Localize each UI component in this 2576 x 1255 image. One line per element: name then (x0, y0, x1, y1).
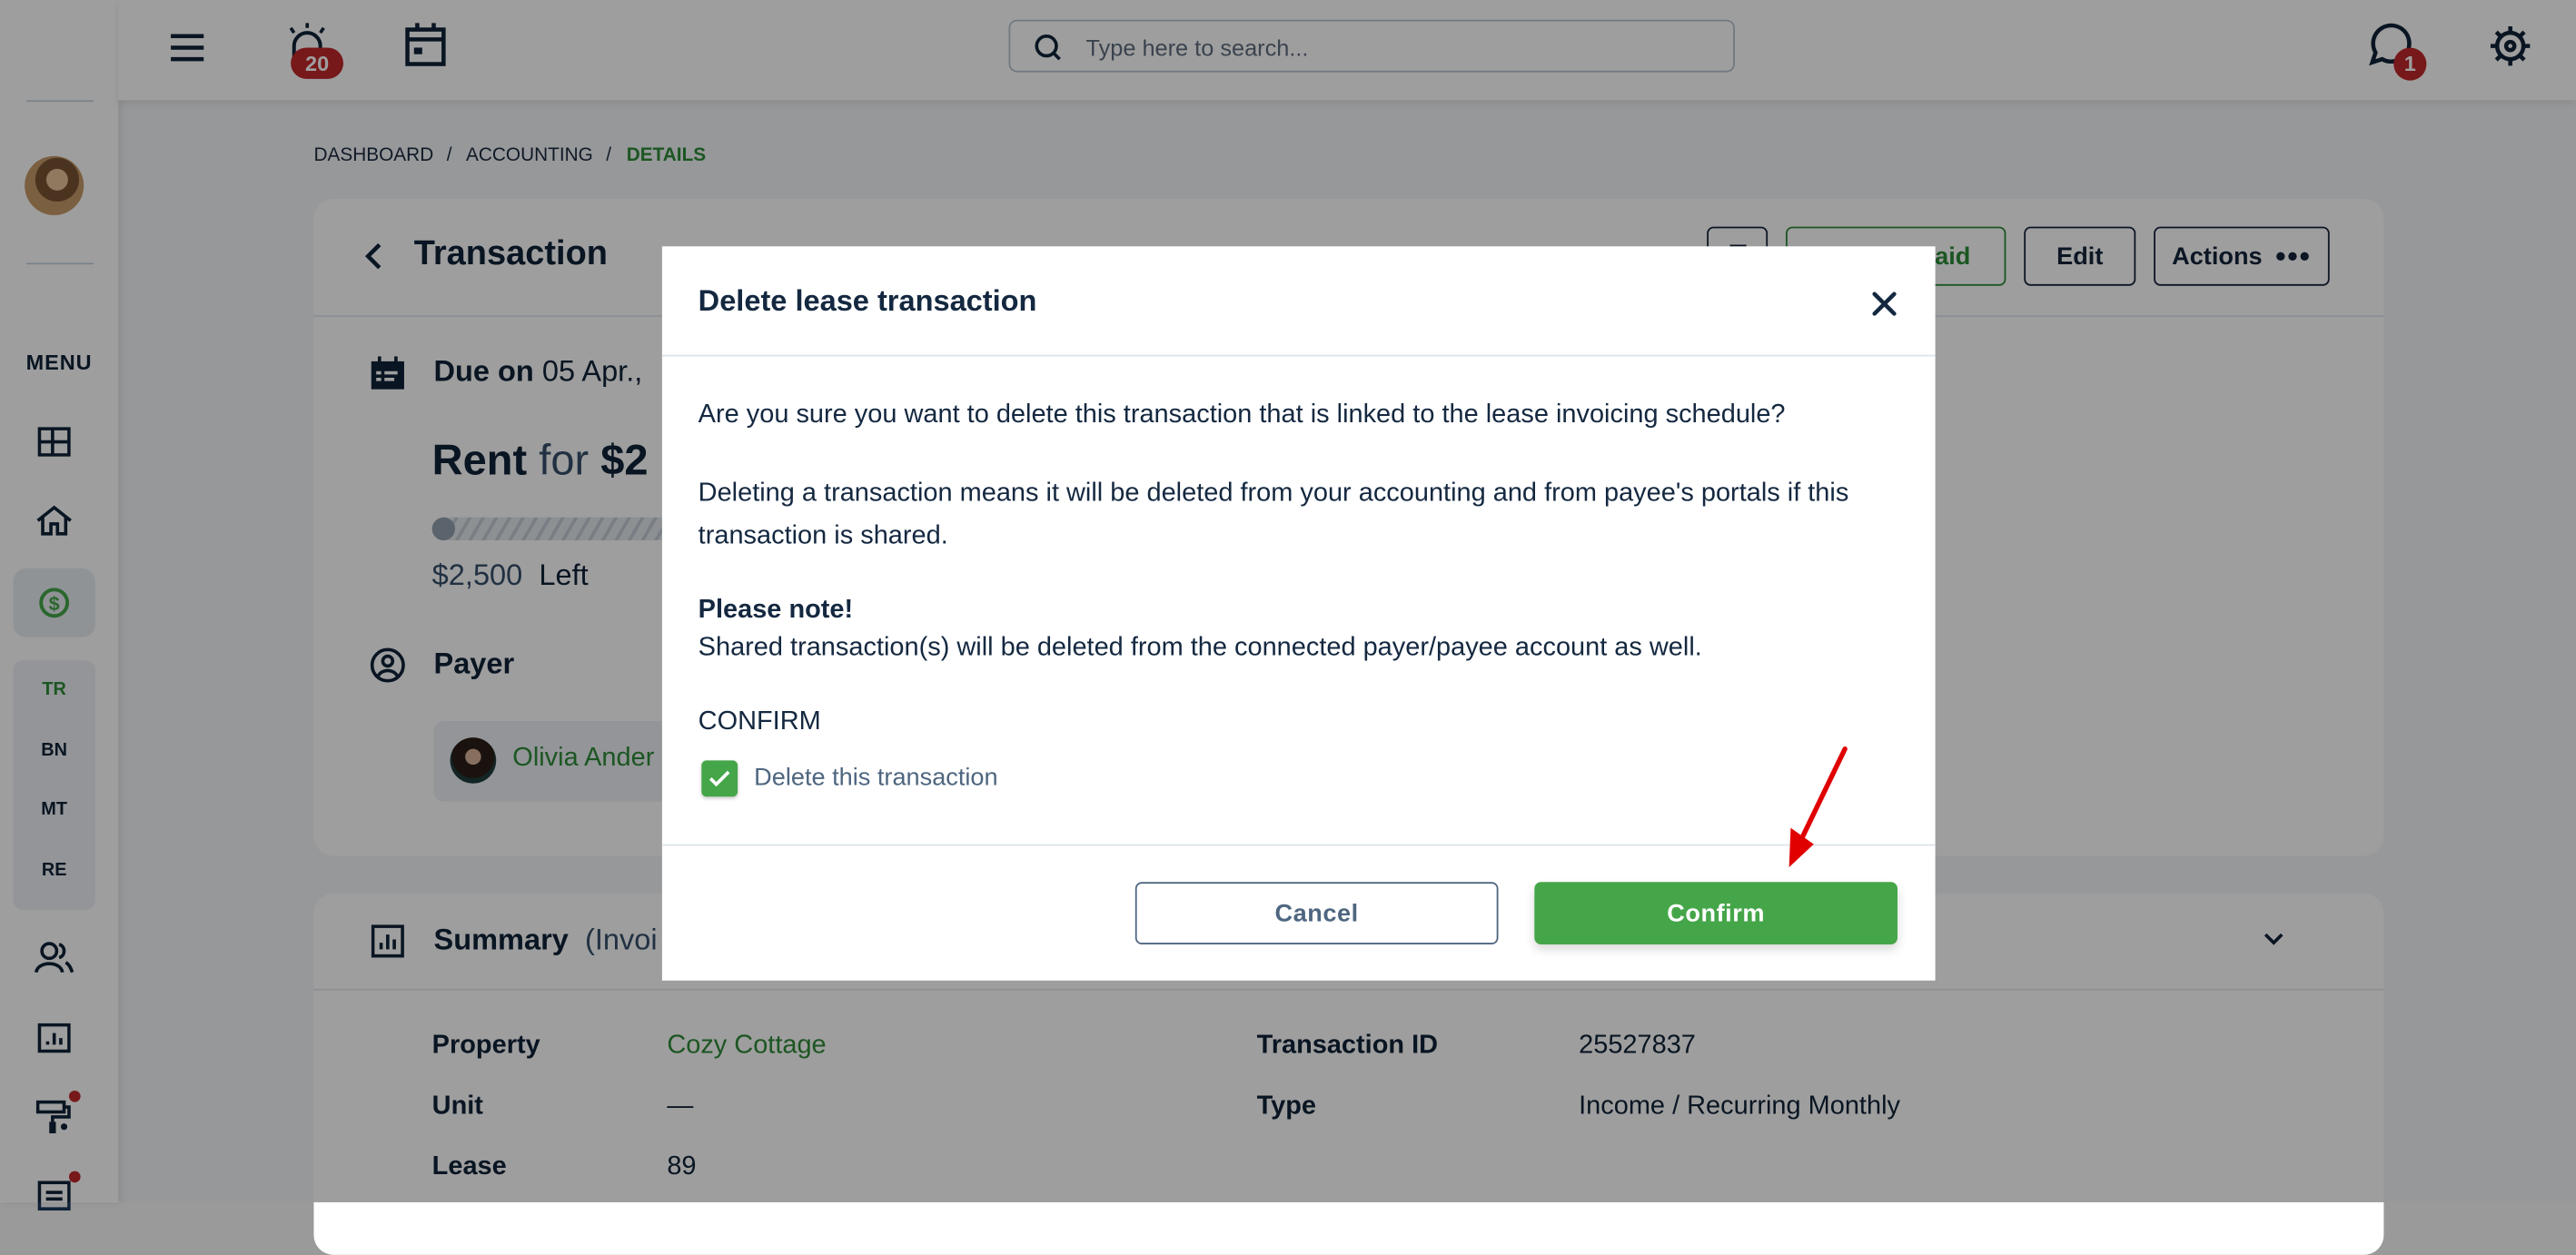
cancel-button[interactable]: Cancel (1134, 882, 1499, 944)
note-text: Shared transaction(s) will be deleted fr… (698, 634, 1702, 662)
confirm-heading: CONFIRM (698, 707, 821, 736)
annotation-arrow-icon (1788, 746, 1848, 867)
app-root: MENU $ TR BN MT RE 20 Type here to searc… (0, 0, 2576, 1255)
checkmark-icon (708, 770, 730, 787)
dialog-footer-divider (661, 844, 1936, 846)
dialog-explanation: Deleting a transaction means it will be … (698, 479, 1849, 550)
confirm-button[interactable]: Confirm (1534, 882, 1898, 944)
dialog-question: Are you sure you want to delete this tra… (698, 400, 1786, 430)
delete-transaction-dialog: Delete lease transaction Are you sure yo… (661, 246, 1936, 981)
close-icon[interactable] (1871, 291, 1897, 317)
note-title: Please note! (698, 596, 854, 625)
checkbox-label[interactable]: Delete this transaction (754, 764, 997, 792)
dialog-header-divider (661, 354, 1936, 357)
dialog-title: Delete lease transaction (698, 283, 1037, 318)
delete-confirm-checkbox[interactable] (701, 760, 738, 797)
